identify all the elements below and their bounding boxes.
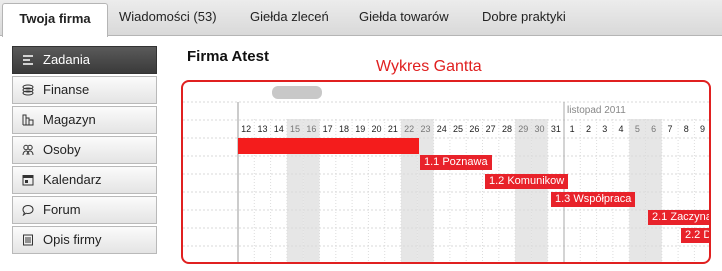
document-icon bbox=[23, 234, 33, 246]
day-label: 13 bbox=[257, 124, 267, 134]
sidebar-item-label: Magazyn bbox=[43, 112, 96, 127]
sidebar-item-label: Forum bbox=[43, 202, 81, 217]
tab-dobre-praktyki[interactable]: Dobre praktyki bbox=[482, 9, 566, 24]
day-label: 18 bbox=[339, 124, 349, 134]
day-label: 23 bbox=[420, 124, 430, 134]
sidebar-item-label: Finanse bbox=[43, 82, 90, 97]
page-title: Firma Atest bbox=[187, 48, 269, 65]
day-label: 8 bbox=[684, 124, 689, 134]
day-label: 7 bbox=[667, 124, 672, 134]
day-label: 6 bbox=[651, 124, 656, 134]
day-label: 12 bbox=[241, 124, 251, 134]
timeline-scroll-handle[interactable] bbox=[272, 86, 322, 99]
day-label: 14 bbox=[274, 124, 284, 134]
sidebar-item-label: Kalendarz bbox=[43, 172, 102, 187]
people-icon bbox=[22, 144, 34, 156]
gantt-task-label[interactable]: 1.3 Współpraca bbox=[551, 192, 636, 207]
day-label: 2 bbox=[586, 124, 591, 134]
sidebar-item-forum[interactable]: Forum bbox=[12, 196, 157, 224]
sidebar-item-opis-firmy[interactable]: Opis firmy bbox=[12, 226, 157, 254]
day-label: 24 bbox=[437, 124, 447, 134]
day-label: 31 bbox=[551, 124, 561, 134]
day-label: 21 bbox=[388, 124, 398, 134]
sidebar-item-finanse[interactable]: Finanse bbox=[12, 76, 157, 104]
tab-gielda-zlecen[interactable]: Giełda zleceń bbox=[250, 9, 329, 24]
calendar-icon bbox=[22, 175, 34, 186]
day-label: 28 bbox=[502, 124, 512, 134]
day-label: 5 bbox=[635, 124, 640, 134]
day-label: 16 bbox=[306, 124, 316, 134]
gantt-task-label[interactable]: 1.2 Komunikow bbox=[485, 174, 569, 189]
day-label: 15 bbox=[290, 124, 300, 134]
day-label: 9 bbox=[700, 124, 705, 134]
warehouse-icon bbox=[22, 114, 34, 126]
tab-twoja-firma[interactable]: Twoja firma bbox=[2, 3, 108, 37]
sidebar-item-zadania[interactable]: Zadania bbox=[12, 46, 157, 74]
day-label: 20 bbox=[372, 124, 382, 134]
day-label: 3 bbox=[602, 124, 607, 134]
day-label: 26 bbox=[469, 124, 479, 134]
sidebar-item-label: Opis firmy bbox=[43, 232, 102, 247]
day-label: 30 bbox=[535, 124, 545, 134]
sidebar-item-kalendarz[interactable]: Kalendarz bbox=[12, 166, 157, 194]
sidebar-item-magazyn[interactable]: Magazyn bbox=[12, 106, 157, 134]
gantt-task-label[interactable]: 2.2 Do bbox=[681, 228, 709, 243]
gantt-chart: listopad 2011 12 13 14 15 16 17 18 19 20 21 22 23 24 2… bbox=[181, 80, 711, 264]
list-icon bbox=[23, 55, 33, 65]
day-label: 1 bbox=[570, 124, 575, 134]
day-label: 22 bbox=[404, 124, 414, 134]
month-label: listopad 2011 bbox=[567, 105, 626, 116]
gantt-chart-label: Wykres Gantta bbox=[376, 58, 482, 75]
day-label: 29 bbox=[518, 124, 528, 134]
sidebar-item-label: Zadania bbox=[43, 52, 90, 67]
tab-wiadomosci[interactable]: Wiadomości (53) bbox=[119, 9, 217, 24]
gantt-task-label[interactable]: 2.1 Zaczyna bbox=[648, 210, 709, 225]
speech-bubble-icon bbox=[22, 204, 34, 216]
day-label: 4 bbox=[619, 124, 624, 134]
sidebar-item-osoby[interactable]: Osoby bbox=[12, 136, 157, 164]
sidebar-item-label: Osoby bbox=[43, 142, 81, 157]
gantt-task-bar[interactable] bbox=[238, 138, 419, 154]
day-label: 17 bbox=[323, 124, 333, 134]
tab-gielda-towarow[interactable]: Giełda towarów bbox=[359, 9, 449, 24]
day-label: 27 bbox=[486, 124, 496, 134]
coins-icon bbox=[22, 84, 34, 96]
day-label: 25 bbox=[453, 124, 463, 134]
top-tab-bar: Twoja firma Wiadomości (53) Giełda zlece… bbox=[0, 0, 722, 37]
gantt-grid: listopad 201112 13 14 15 16 17 18 19 20 21 22 23 24 2… bbox=[183, 101, 709, 262]
sidebar: Zadania Finanse Magazyn Osoby Kalendarz … bbox=[12, 46, 157, 256]
gantt-task-label[interactable]: 1.1 Poznawa bbox=[420, 155, 492, 170]
day-label: 19 bbox=[355, 124, 365, 134]
